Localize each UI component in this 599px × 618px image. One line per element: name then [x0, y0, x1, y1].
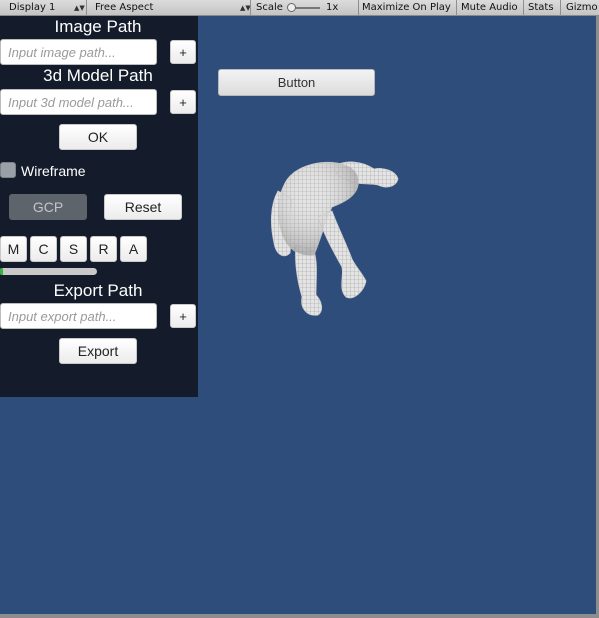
model-body: [270, 161, 399, 316]
mode-c-button[interactable]: C: [30, 236, 57, 262]
model-path-heading: 3d Model Path: [43, 66, 153, 85]
control-panel: Image Path + 3d Model Path + OK Wirefram…: [0, 16, 198, 397]
export-path-input[interactable]: [0, 303, 157, 329]
display-dropdown-arrow-icon: ▲▼: [74, 4, 85, 12]
model-path-input[interactable]: [0, 89, 157, 115]
mode-r-button[interactable]: R: [90, 236, 117, 262]
maximize-on-play-toggle[interactable]: Maximize On Play: [362, 0, 451, 16]
scene-button[interactable]: Button: [218, 69, 375, 96]
scale-slider-knob[interactable]: [287, 3, 296, 12]
game-view-toolbar: Display 1 ▲▼ Free Aspect ▲▼ Scale 1x Max…: [0, 0, 599, 16]
toolbar-separator: [86, 0, 87, 16]
mode-m-button[interactable]: M: [0, 236, 27, 262]
progress-bar-fill: [0, 268, 3, 275]
mode-s-button[interactable]: S: [60, 236, 87, 262]
toolbar-separator: [456, 0, 457, 16]
horizontal-scrollbar[interactable]: [0, 614, 599, 618]
export-path-heading: Export Path: [53, 281, 143, 300]
scale-label: Scale: [256, 2, 283, 13]
export-button[interactable]: Export: [59, 338, 137, 364]
toolbar-separator: [358, 0, 359, 16]
mode-a-button[interactable]: A: [120, 236, 147, 262]
wireframe-checkbox[interactable]: [0, 162, 16, 178]
gcp-button[interactable]: GCP: [9, 194, 87, 220]
mute-audio-toggle[interactable]: Mute Audio: [461, 0, 518, 16]
stats-toggle[interactable]: Stats: [528, 0, 554, 16]
ok-button[interactable]: OK: [59, 124, 137, 150]
toolbar-separator: [523, 0, 524, 16]
display-dropdown[interactable]: Display 1: [9, 0, 55, 16]
reset-button[interactable]: Reset: [104, 194, 182, 220]
model-path-add-button[interactable]: +: [170, 90, 196, 114]
toolbar-separator: [560, 0, 561, 16]
progress-bar: [0, 268, 97, 275]
image-path-heading: Image Path: [54, 17, 142, 36]
toolbar-separator: [250, 0, 251, 16]
export-path-add-button[interactable]: +: [170, 304, 196, 328]
aspect-dropdown[interactable]: Free Aspect: [95, 0, 153, 16]
gizmos-dropdown[interactable]: Gizmo: [566, 0, 598, 16]
wireframe-label: Wireframe: [21, 163, 86, 179]
3d-model-figure[interactable]: [262, 155, 402, 325]
image-path-input[interactable]: [0, 39, 157, 65]
image-path-add-button[interactable]: +: [170, 40, 196, 64]
scale-value: 1x: [326, 2, 339, 13]
